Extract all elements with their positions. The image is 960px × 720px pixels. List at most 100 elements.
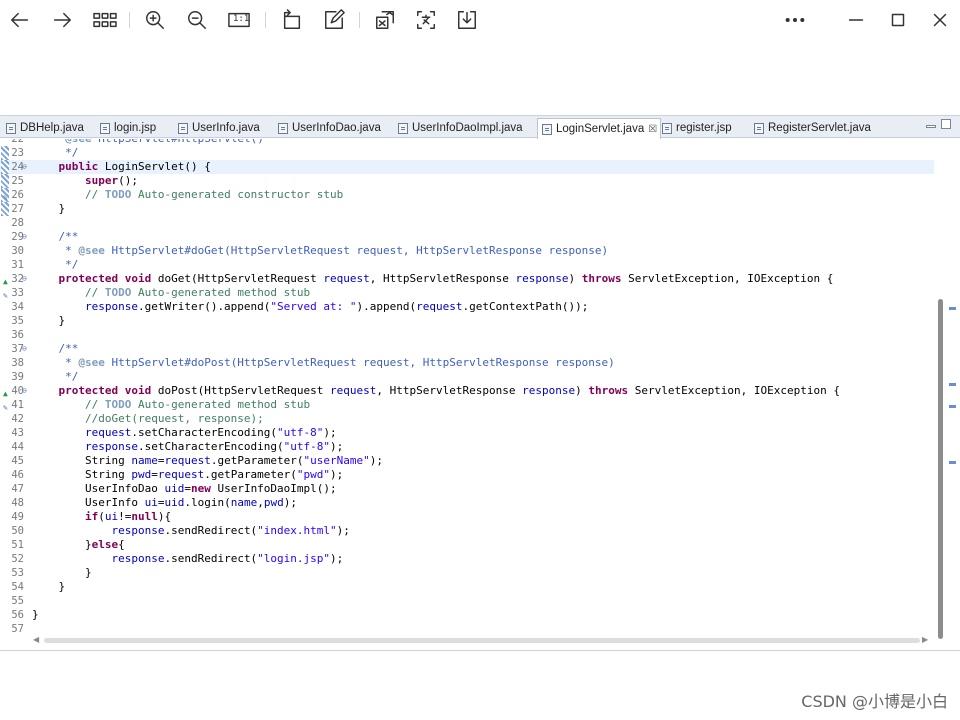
actual-size-icon[interactable]: 1:1 <box>226 8 252 32</box>
tab-loginservlet[interactable]: LoginServlet.java ☒ <box>537 118 662 139</box>
tab-userinfodaoimpl[interactable]: UserInfoDaoImpl.java <box>394 118 523 138</box>
more-icon[interactable] <box>783 8 807 32</box>
translate-image-icon[interactable] <box>373 8 397 32</box>
scroll-right-icon[interactable]: ▶ <box>922 635 928 644</box>
code-line[interactable]: 34 response.getWriter().append("Served a… <box>0 300 934 314</box>
overview-marker[interactable] <box>949 383 956 386</box>
close-icon[interactable] <box>928 8 952 32</box>
code-line[interactable]: 49 if(ui!=null){ <box>0 510 934 524</box>
code-text: } <box>32 608 39 621</box>
thumbnails-icon[interactable] <box>91 8 119 32</box>
code-line[interactable]: 27 } <box>0 202 934 216</box>
overview-marker[interactable] <box>949 461 956 464</box>
save-icon[interactable] <box>455 8 479 32</box>
line-number: 43 <box>11 427 24 439</box>
code-text: response.setCharacterEncoding("utf-8"); <box>84 440 344 453</box>
code-line[interactable]: 35 } <box>0 314 934 328</box>
tab-dbhelp[interactable]: DBHelp.java <box>2 118 84 138</box>
code-line[interactable]: 36 <box>0 328 934 342</box>
code-line[interactable]: 24 ⊖ public LoginServlet() { <box>0 160 934 174</box>
maximize-icon[interactable] <box>886 8 910 32</box>
fold-toggle-icon[interactable]: ⊖ <box>22 384 27 398</box>
jsp-file-icon <box>100 122 110 134</box>
maximize-view-icon[interactable] <box>941 119 951 129</box>
rotate-icon[interactable] <box>280 8 304 32</box>
code-text: protected void doGet(HttpServletRequest … <box>58 272 834 285</box>
vertical-scroll-thumb[interactable] <box>938 299 943 639</box>
code-line[interactable]: 44 response.setCharacterEncoding("utf-8"… <box>0 440 934 454</box>
code-line[interactable]: 37 ⊖ /** <box>0 342 934 356</box>
code-line[interactable]: 23 */ <box>0 146 934 160</box>
overview-marker[interactable] <box>949 307 956 310</box>
overview-marker[interactable] <box>949 405 956 408</box>
code-line[interactable]: 55 <box>0 594 934 608</box>
forward-icon[interactable] <box>50 8 74 32</box>
java-file-icon <box>278 122 288 134</box>
code-line[interactable]: 56} <box>0 608 934 622</box>
code-line[interactable]: 53 } <box>0 566 934 580</box>
code-text: * @see HttpServlet#doGet(HttpServletRequ… <box>32 244 609 257</box>
code-line[interactable]: 52 response.sendRedirect("login.jsp"); <box>0 552 934 566</box>
code-line[interactable]: ✎ 33 // TODO Auto-generated method stub <box>0 286 934 300</box>
line-number: 47 <box>11 483 24 495</box>
tab-userinfodao[interactable]: UserInfoDao.java <box>274 118 381 138</box>
code-text: protected void doPost(HttpServletRequest… <box>58 384 841 397</box>
code-line[interactable]: 22 @see HttpServlet#HttpServlet() <box>0 139 934 146</box>
line-number: 44 <box>11 441 24 453</box>
fold-toggle-icon[interactable]: ⊖ <box>22 342 27 356</box>
code-line[interactable]: 48 UserInfo ui=uid.login(name,pwd); <box>0 496 934 510</box>
minimize-view-icon[interactable] <box>926 125 936 128</box>
horizontal-scroll-thumb[interactable] <box>44 638 920 643</box>
horizontal-scrollbar[interactable]: ◀ ▶ <box>30 633 934 647</box>
code-line[interactable]: 57 <box>0 622 934 633</box>
code-line[interactable]: 47 UserInfoDao uid=new UserInfoDaoImpl()… <box>0 482 934 496</box>
back-icon[interactable] <box>8 8 32 32</box>
fold-toggle-icon[interactable]: ⊖ <box>22 230 27 244</box>
code-line[interactable]: 25 super(); <box>0 174 934 188</box>
code-text: response.sendRedirect("index.html"); <box>111 524 350 537</box>
code-line[interactable]: 31 */ <box>0 258 934 272</box>
code-line[interactable]: 39 */ <box>0 370 934 384</box>
code-line[interactable]: ▲ 40 ⊖ protected void doPost(HttpServletRe… <box>0 384 934 398</box>
code-line[interactable]: 43 request.setCharacterEncoding("utf-8")… <box>0 426 934 440</box>
tab-register-jsp[interactable]: register.jsp <box>658 118 732 138</box>
minimize-icon[interactable] <box>844 8 868 32</box>
code-line[interactable]: 42 //doGet(request, response); <box>0 412 934 426</box>
zoom-in-icon[interactable] <box>143 8 167 32</box>
code-text: UserInfoDao uid=new UserInfoDaoImpl(); <box>32 482 337 495</box>
actual-size-label: 1:1 <box>233 14 250 24</box>
line-number: 54 <box>11 581 24 593</box>
fold-toggle-icon[interactable]: ⊖ <box>22 160 27 174</box>
code-line[interactable]: ▲ 32 ⊖ protected void doGet(HttpServletReq… <box>0 272 934 286</box>
code-area[interactable]: 22 @see HttpServlet#HttpServlet()23 */24… <box>0 139 934 633</box>
tab-registerservlet[interactable]: RegisterServlet.java <box>750 118 871 138</box>
translate-text-icon[interactable] <box>414 8 438 32</box>
tab-label: RegisterServlet.java <box>768 122 871 134</box>
tab-close-icon[interactable]: ☒ <box>648 124 657 135</box>
code-text: } <box>32 566 92 579</box>
code-line[interactable]: 54 } <box>0 580 934 594</box>
fold-toggle-icon[interactable]: ⊖ <box>22 272 27 286</box>
code-line[interactable]: 38 * @see HttpServlet#doPost(HttpServlet… <box>0 356 934 370</box>
code-line[interactable]: 28 <box>0 216 934 230</box>
code-lines: 22 @see HttpServlet#HttpServlet()23 */24… <box>0 139 934 633</box>
scroll-left-icon[interactable]: ◀ <box>33 635 39 644</box>
line-number: 53 <box>11 567 24 579</box>
code-line[interactable]: 51 }else{ <box>0 538 934 552</box>
code-line[interactable]: 50 response.sendRedirect("index.html"); <box>0 524 934 538</box>
code-line[interactable]: 29 ⊖ /** <box>0 230 934 244</box>
code-line[interactable]: 46 String pwd=request.getParameter("pwd"… <box>0 468 934 482</box>
code-text: if(ui!=null){ <box>84 510 172 523</box>
code-line[interactable]: 45 String name=request.getParameter("use… <box>0 454 934 468</box>
code-line[interactable]: ✎ 26 // TODO Auto-generated constructor s… <box>0 188 934 202</box>
line-number: 26 <box>11 189 24 201</box>
tab-login-jsp[interactable]: login.jsp <box>96 118 156 138</box>
vertical-scrollbar[interactable] <box>934 139 946 639</box>
line-number: 45 <box>11 455 24 467</box>
zoom-out-icon[interactable] <box>185 8 209 32</box>
edit-icon[interactable] <box>322 8 346 32</box>
line-number: 38 <box>11 357 24 369</box>
code-line[interactable]: ✎ 41 // TODO Auto-generated method stub <box>0 398 934 412</box>
code-line[interactable]: 30 * @see HttpServlet#doGet(HttpServletR… <box>0 244 934 258</box>
tab-userinfo[interactable]: UserInfo.java <box>174 118 260 138</box>
